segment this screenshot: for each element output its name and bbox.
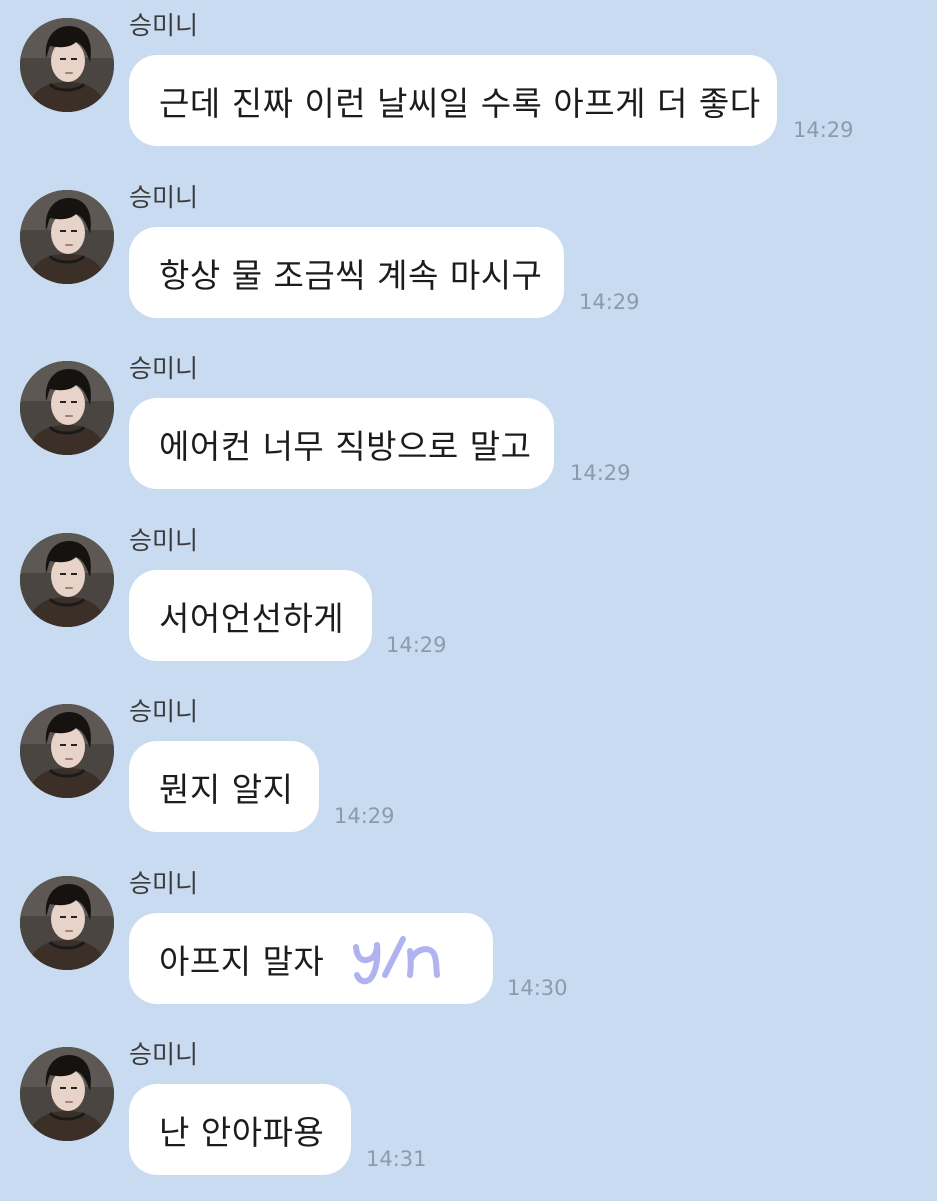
avatar[interactable] xyxy=(20,361,114,455)
sender-name: 승미니 xyxy=(129,183,199,212)
message-time: 14:30 xyxy=(507,976,568,1000)
message-time: 14:29 xyxy=(570,461,631,485)
sender-name: 승미니 xyxy=(129,869,199,898)
message-text: 뭔지 알지 xyxy=(159,769,294,809)
message-text: 에어컨 너무 직방으로 말고 xyxy=(159,426,532,466)
message-bubble[interactable]: 아프지 말자 xyxy=(129,913,493,1004)
message-row: 승미니 아프지 말자 14:30 xyxy=(0,858,937,1030)
sender-name: 승미니 xyxy=(129,1040,199,1069)
message-text: 항상 물 조금씩 계속 마시구 xyxy=(159,255,543,295)
message-row: 승미니 항상 물 조금씩 계속 마시구 14:29 xyxy=(0,172,937,344)
avatar[interactable] xyxy=(20,876,114,970)
message-bubble[interactable]: 뭔지 알지 xyxy=(129,741,319,832)
message-text: 난 안아파용 xyxy=(159,1112,325,1152)
message-bubble[interactable]: 에어컨 너무 직방으로 말고 xyxy=(129,398,554,489)
sender-name: 승미니 xyxy=(129,354,199,383)
message-text: 근데 진짜 이런 날씨일 수록 아프게 더 좋다 xyxy=(159,83,761,123)
message-bubble[interactable]: 난 안아파용 xyxy=(129,1084,351,1175)
sender-name: 승미니 xyxy=(129,526,199,555)
message-row: 승미니 서어언선하게 14:29 xyxy=(0,515,937,687)
message-text: 서어언선하게 xyxy=(159,598,345,638)
message-time: 14:29 xyxy=(793,118,854,142)
message-row: 승미니 뭔지 알지 14:29 xyxy=(0,686,937,858)
sender-name: 승미니 xyxy=(129,11,199,40)
message-row: 승미니 근데 진짜 이런 날씨일 수록 아프게 더 좋다 14:29 xyxy=(0,0,937,172)
avatar[interactable] xyxy=(20,190,114,284)
avatar[interactable] xyxy=(20,1047,114,1141)
message-bubble[interactable]: 근데 진짜 이런 날씨일 수록 아프게 더 좋다 xyxy=(129,55,777,146)
message-bubble[interactable]: 서어언선하게 xyxy=(129,570,372,661)
message-text: 아프지 말자 xyxy=(159,941,325,981)
handwritten-yn-sticker xyxy=(353,935,441,984)
avatar[interactable] xyxy=(20,533,114,627)
message-time: 14:29 xyxy=(386,633,447,657)
message-time: 14:29 xyxy=(579,290,640,314)
message-bubble[interactable]: 항상 물 조금씩 계속 마시구 xyxy=(129,227,564,318)
chat-message-list[interactable]: 승미니 근데 진짜 이런 날씨일 수록 아프게 더 좋다 14:29 승미니 항… xyxy=(0,0,937,1200)
sender-name: 승미니 xyxy=(129,697,199,726)
message-time: 14:31 xyxy=(366,1147,427,1171)
message-row: 승미니 에어컨 너무 직방으로 말고 14:29 xyxy=(0,343,937,515)
avatar[interactable] xyxy=(20,18,114,112)
avatar[interactable] xyxy=(20,704,114,798)
message-row: 승미니 난 안아파용 14:31 xyxy=(0,1029,937,1201)
message-time: 14:29 xyxy=(334,804,395,828)
